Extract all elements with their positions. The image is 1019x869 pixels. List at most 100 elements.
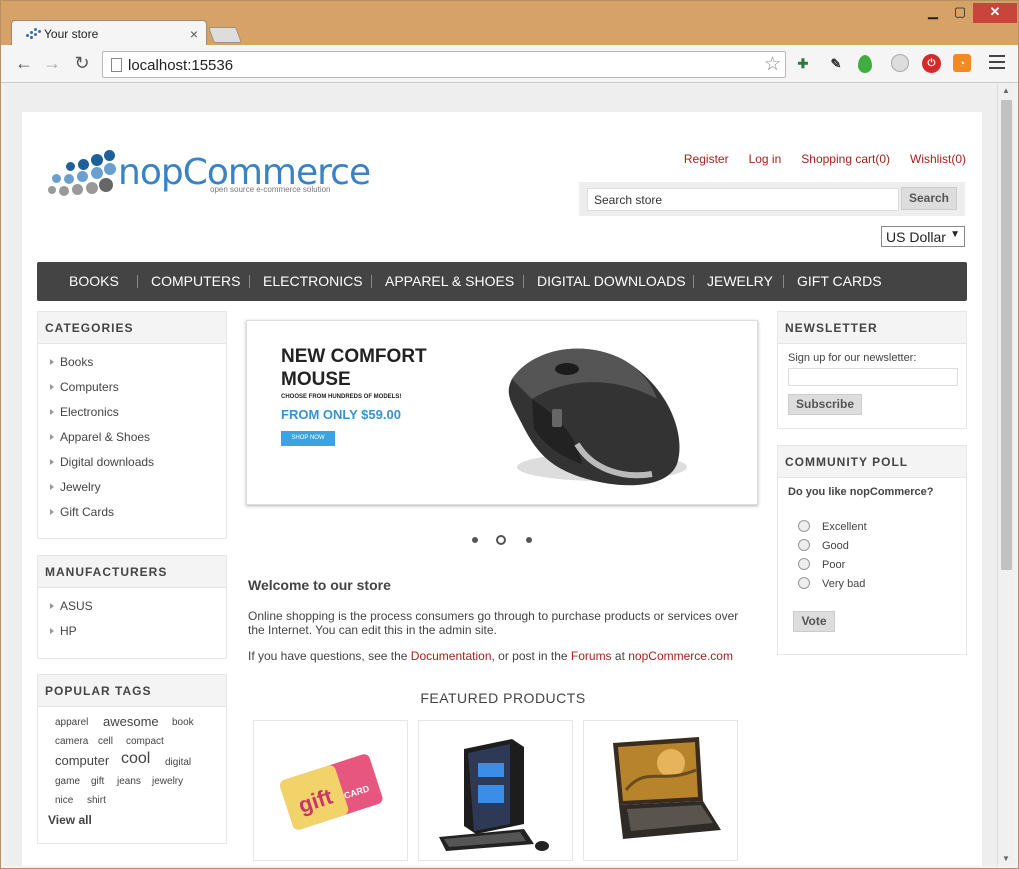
logo-tagline: open source e-commerce solution [210, 185, 331, 194]
category-label: Gift Cards [60, 505, 115, 519]
login-link[interactable]: Log in [749, 152, 782, 166]
category-label: Digital downloads [60, 455, 155, 469]
extension-tool-icon[interactable]: ✎ [826, 54, 846, 74]
extension-stop-icon[interactable]: ⏻ [922, 54, 941, 73]
computer-mouse-image [508, 348, 687, 486]
home-slider[interactable]: NEW COMFORT MOUSE CHOOSE FROM HUNDREDS O… [246, 320, 758, 505]
tag-link[interactable]: digital [165, 757, 191, 768]
poll-option[interactable]: Poor [798, 558, 845, 571]
tag-link[interactable]: book [172, 717, 194, 728]
tag-link[interactable]: cell [98, 736, 113, 747]
menu-item-gift-cards[interactable]: GIFT CARDS [797, 273, 882, 289]
poll-option[interactable]: Very bad [798, 577, 865, 590]
arrow-right-icon [50, 603, 54, 609]
page-viewport: nopCommerce open source e-commerce solut… [5, 84, 997, 866]
radio-button[interactable] [798, 520, 810, 532]
arrow-right-icon [50, 484, 54, 490]
menu-item-electronics[interactable]: ELECTRONICS [263, 273, 363, 289]
category-item[interactable]: Books [50, 355, 93, 369]
poll-option-label: Excellent [822, 521, 867, 533]
tag-link[interactable]: gift [91, 776, 104, 787]
bookmark-star-icon[interactable]: ☆ [764, 53, 781, 76]
forums-link[interactable]: Forums [571, 649, 612, 663]
tag-link[interactable]: cool [121, 750, 150, 768]
scrollbar-thumb[interactable] [1001, 100, 1012, 570]
menu-icon[interactable] [989, 55, 1005, 73]
category-item[interactable]: Computers [50, 380, 119, 394]
rss-icon[interactable]: ◔ [953, 54, 971, 72]
wishlist-link[interactable]: Wishlist(0) [910, 152, 966, 166]
search-button[interactable]: Search [901, 187, 957, 210]
tab-title: Your store [44, 27, 99, 41]
radio-button[interactable] [798, 577, 810, 589]
poll-option[interactable]: Excellent [798, 520, 867, 533]
scroll-up-icon[interactable]: ▲ [1002, 86, 1010, 95]
tag-link[interactable]: awesome [103, 714, 159, 729]
product-card-gift-card[interactable]: gift CARD [253, 720, 408, 861]
vertical-scrollbar[interactable]: ▲ ▼ [997, 84, 1014, 866]
category-item[interactable]: Gift Cards [50, 505, 114, 519]
extension-puzzle-icon[interactable]: ✚ [793, 54, 813, 74]
poll-option[interactable]: Good [798, 539, 849, 552]
store-logo[interactable]: nopCommerce open source e-commerce solut… [44, 150, 371, 200]
menu-item-apparel-shoes[interactable]: APPAREL & SHOES [385, 273, 514, 289]
extension-leaf-icon[interactable] [858, 55, 872, 73]
tag-link[interactable]: compact [126, 736, 164, 747]
menu-item-digital-downloads[interactable]: DIGITAL DOWNLOADS [537, 273, 686, 289]
slider-dot[interactable] [526, 537, 532, 543]
radio-button[interactable] [798, 539, 810, 551]
category-item[interactable]: Apparel & Shoes [50, 430, 150, 444]
back-icon[interactable]: ← [13, 53, 35, 75]
tab-close-icon[interactable]: × [190, 26, 198, 42]
menu-item-computers[interactable]: COMPUTERS [151, 273, 240, 289]
product-card-desktop[interactable] [418, 720, 573, 861]
newsletter-email-input[interactable] [788, 368, 958, 386]
reload-icon[interactable]: ↻ [71, 53, 93, 75]
nopcommerce-link[interactable]: nopCommerce.com [628, 649, 733, 663]
arrow-right-icon [50, 509, 54, 515]
shop-now-button[interactable]: SHOP NOW [281, 431, 335, 446]
tag-link[interactable]: jewelry [152, 776, 183, 787]
documentation-link[interactable]: Documentation [411, 649, 492, 663]
currency-select[interactable]: US Dollar ▼ [881, 226, 965, 247]
browser-toolbar: ← → ↻ localhost:15536 ☆ ✚ ✎ ⏻ ◔ [1, 45, 1018, 83]
category-item[interactable]: Jewelry [50, 480, 101, 494]
close-window-icon[interactable]: ✕ [973, 3, 1017, 23]
menu-separator [783, 275, 784, 288]
menu-item-jewelry[interactable]: JEWELRY [707, 273, 773, 289]
menu-item-books[interactable]: BOOKS [69, 273, 119, 289]
logo-dot [48, 186, 56, 194]
maximize-icon[interactable]: ▢ [947, 3, 973, 23]
manufacturer-item[interactable]: HP [50, 624, 77, 638]
tag-link[interactable]: computer [55, 753, 109, 768]
search-input[interactable]: Search store [587, 188, 899, 211]
radio-button[interactable] [798, 558, 810, 570]
category-item[interactable]: Electronics [50, 405, 119, 419]
tag-link[interactable]: apparel [55, 717, 88, 728]
forward-icon[interactable]: → [41, 53, 63, 75]
shopping-cart-link[interactable]: Shopping cart(0) [801, 152, 890, 166]
slider-dot[interactable] [472, 537, 478, 543]
product-card-laptop[interactable] [583, 720, 738, 861]
category-item[interactable]: Digital downloads [50, 455, 154, 469]
featured-products-title: FEATURED PRODUCTS [420, 690, 586, 706]
scroll-down-icon[interactable]: ▼ [1002, 854, 1010, 863]
tag-link[interactable]: camera [55, 736, 88, 747]
vote-button[interactable]: Vote [793, 611, 835, 632]
subscribe-button[interactable]: Subscribe [788, 394, 862, 415]
slider-dot-active[interactable] [496, 535, 506, 545]
browser-tab[interactable]: Your store × [11, 20, 207, 46]
new-tab-button[interactable] [208, 27, 242, 43]
view-all-tags-link[interactable]: View all [48, 813, 92, 827]
address-bar[interactable]: localhost:15536 ☆ [102, 51, 786, 78]
tag-link[interactable]: game [55, 776, 80, 787]
tag-link[interactable]: jeans [117, 776, 141, 787]
minimize-icon[interactable]: ▁ [919, 3, 947, 23]
tag-link[interactable]: nice [55, 795, 73, 806]
register-link[interactable]: Register [684, 152, 729, 166]
extension-circle-icon[interactable] [891, 54, 909, 72]
desktop-computer-image [439, 739, 549, 851]
tag-link[interactable]: shirt [87, 795, 106, 806]
manufacturer-item[interactable]: ASUS [50, 599, 93, 613]
manufacturers-title: MANUFACTURERS [38, 556, 226, 588]
